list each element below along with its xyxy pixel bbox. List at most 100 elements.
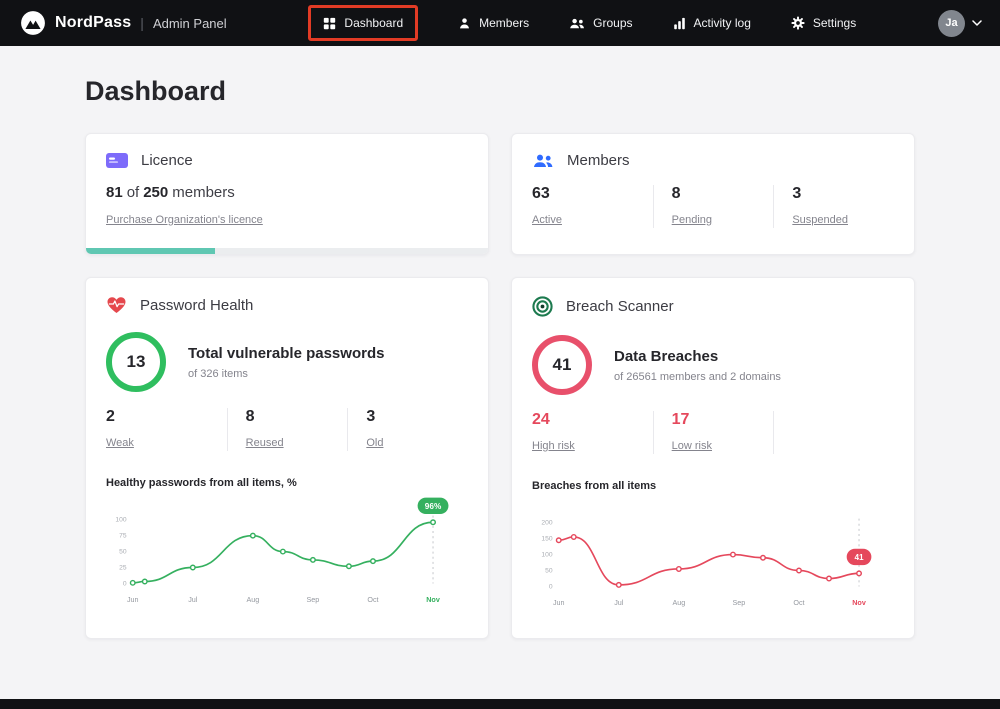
svg-text:150: 150 xyxy=(541,536,552,543)
heart-pulse-icon xyxy=(106,296,127,314)
card-title: Licence xyxy=(141,152,193,169)
credit-card-icon xyxy=(106,152,128,169)
nordpass-logo-icon xyxy=(20,10,46,36)
svg-text:200: 200 xyxy=(541,520,552,527)
members-card-header: Members xyxy=(532,152,894,169)
svg-text:Aug: Aug xyxy=(246,595,259,604)
stat-suspended: 3 Suspended xyxy=(773,185,894,228)
licence-usage: 81 of 250 members xyxy=(106,184,468,201)
stat-value: 63 xyxy=(532,185,653,203)
stat-value: 17 xyxy=(672,411,774,429)
breach-scanner-chart-block: Breaches from all items 0 50 100 150 200 Jun J… xyxy=(532,480,894,611)
stat-label-link[interactable]: High risk xyxy=(532,440,575,452)
hero-text: Total vulnerable passwords of 326 items xyxy=(188,345,384,380)
brand-divider: | xyxy=(140,15,144,31)
members-stats: 63 Active 8 Pending 3 Suspended xyxy=(532,185,894,228)
svg-text:Aug: Aug xyxy=(672,598,685,607)
stat-label-link[interactable]: Weak xyxy=(106,437,134,449)
licence-progress-track xyxy=(86,248,488,254)
brand-name: NordPass xyxy=(55,14,131,32)
stat-value: 2 xyxy=(106,408,227,426)
licence-progress-fill xyxy=(86,248,215,254)
password-health-card: Password Health 13 Total vulnerable pass… xyxy=(85,277,489,639)
nav-item-label: Dashboard xyxy=(344,16,403,30)
svg-text:Sep: Sep xyxy=(307,595,320,604)
stat-weak: 2 Weak xyxy=(106,408,227,451)
account-menu[interactable]: Ja xyxy=(938,10,982,37)
password-health-chart-block: Healthy passwords from all items, % 0255… xyxy=(106,477,468,608)
stat-label-link[interactable]: Reused xyxy=(246,437,284,449)
ring-value: 13 xyxy=(127,352,146,372)
stat-label-link[interactable]: Active xyxy=(532,214,562,226)
card-title: Breach Scanner xyxy=(566,298,674,315)
settings-icon xyxy=(791,16,805,30)
stat-value: 3 xyxy=(366,408,468,426)
hero-subtext: of 26561 members and 2 domains xyxy=(614,371,781,383)
dashboard-icon xyxy=(323,17,336,30)
hero-text: Data Breaches of 26561 members and 2 dom… xyxy=(614,348,781,383)
nav-item-dashboard[interactable]: Dashboard xyxy=(323,16,403,30)
svg-text:Nov: Nov xyxy=(852,598,866,607)
svg-text:25: 25 xyxy=(119,565,127,572)
svg-text:96%: 96% xyxy=(425,502,442,511)
vulnerable-count-ring: 13 xyxy=(106,332,166,392)
nav-item-label: Settings xyxy=(813,16,856,30)
licence-used-count: 81 xyxy=(106,184,123,201)
ring-value: 41 xyxy=(553,355,572,375)
team-icon xyxy=(532,153,554,169)
bottom-bar xyxy=(0,699,1000,709)
breach-scanner-chart: 050100150200JunJulAugSepOctNov41 xyxy=(532,498,894,611)
stat-label-link[interactable]: Suspended xyxy=(792,214,848,226)
svg-text:Jul: Jul xyxy=(188,595,198,604)
avatar[interactable]: Ja xyxy=(938,10,965,37)
svg-text:50: 50 xyxy=(119,549,127,556)
stat-spacer xyxy=(773,411,894,454)
hero-title: Total vulnerable passwords xyxy=(188,345,384,362)
stat-label-link[interactable]: Pending xyxy=(672,214,712,226)
stat-low-risk: 17 Low risk xyxy=(653,411,774,454)
stat-label-link[interactable]: Low risk xyxy=(672,440,712,452)
dashboard-page: Dashboard Licence 81 of 250 members Purc… xyxy=(85,46,915,639)
svg-text:Jun: Jun xyxy=(553,598,565,607)
password-health-chart: 0255075100JunJulAugSepOctNov96% xyxy=(106,495,468,608)
stat-value: 24 xyxy=(532,411,653,429)
members-card: Members 63 Active 8 Pending 3 Suspended xyxy=(511,133,915,255)
svg-text:41: 41 xyxy=(854,553,864,562)
breach-scanner-header: Breach Scanner xyxy=(532,296,894,317)
groups-icon xyxy=(569,17,585,30)
svg-text:100: 100 xyxy=(115,517,126,524)
stat-label-link[interactable]: Old xyxy=(366,437,383,449)
svg-text:Nov: Nov xyxy=(426,595,440,604)
svg-text:Jul: Jul xyxy=(614,598,624,607)
nav-item-groups[interactable]: Groups xyxy=(569,16,632,30)
licence-members-word: members xyxy=(172,184,235,201)
stat-value: 3 xyxy=(792,185,894,203)
licence-card: Licence 81 of 250 members Purchase Organ… xyxy=(85,133,489,255)
brand-subtitle: Admin Panel xyxy=(153,16,227,31)
nav-item-settings[interactable]: Settings xyxy=(791,16,856,30)
brand[interactable]: NordPass | Admin Panel xyxy=(20,10,227,36)
password-health-hero: 13 Total vulnerable passwords of 326 ite… xyxy=(106,332,468,392)
svg-text:Oct: Oct xyxy=(793,598,804,607)
member-icon xyxy=(458,17,471,30)
card-title: Members xyxy=(567,152,630,169)
svg-text:100: 100 xyxy=(541,552,552,559)
nav-item-label: Activity log xyxy=(694,16,751,30)
stat-value: 8 xyxy=(246,408,348,426)
nav-item-members[interactable]: Members xyxy=(458,16,529,30)
chart-title: Breaches from all items xyxy=(532,480,894,492)
nav-item-label: Members xyxy=(479,16,529,30)
annotation-highlight: Dashboard xyxy=(308,5,418,41)
svg-text:50: 50 xyxy=(545,568,553,575)
svg-text:0: 0 xyxy=(549,584,553,591)
purchase-licence-link[interactable]: Purchase Organization's licence xyxy=(106,214,263,226)
stat-high-risk: 24 High risk xyxy=(532,411,653,454)
nav-item-activity-log[interactable]: Activity log xyxy=(673,16,751,30)
chevron-down-icon xyxy=(972,20,982,26)
card-title: Password Health xyxy=(140,297,253,314)
svg-text:0: 0 xyxy=(123,581,127,588)
hero-title: Data Breaches xyxy=(614,348,781,365)
nav-item-label: Groups xyxy=(593,16,632,30)
svg-text:Jun: Jun xyxy=(127,595,139,604)
breach-scanner-stats: 24 High risk 17 Low risk xyxy=(532,411,894,454)
